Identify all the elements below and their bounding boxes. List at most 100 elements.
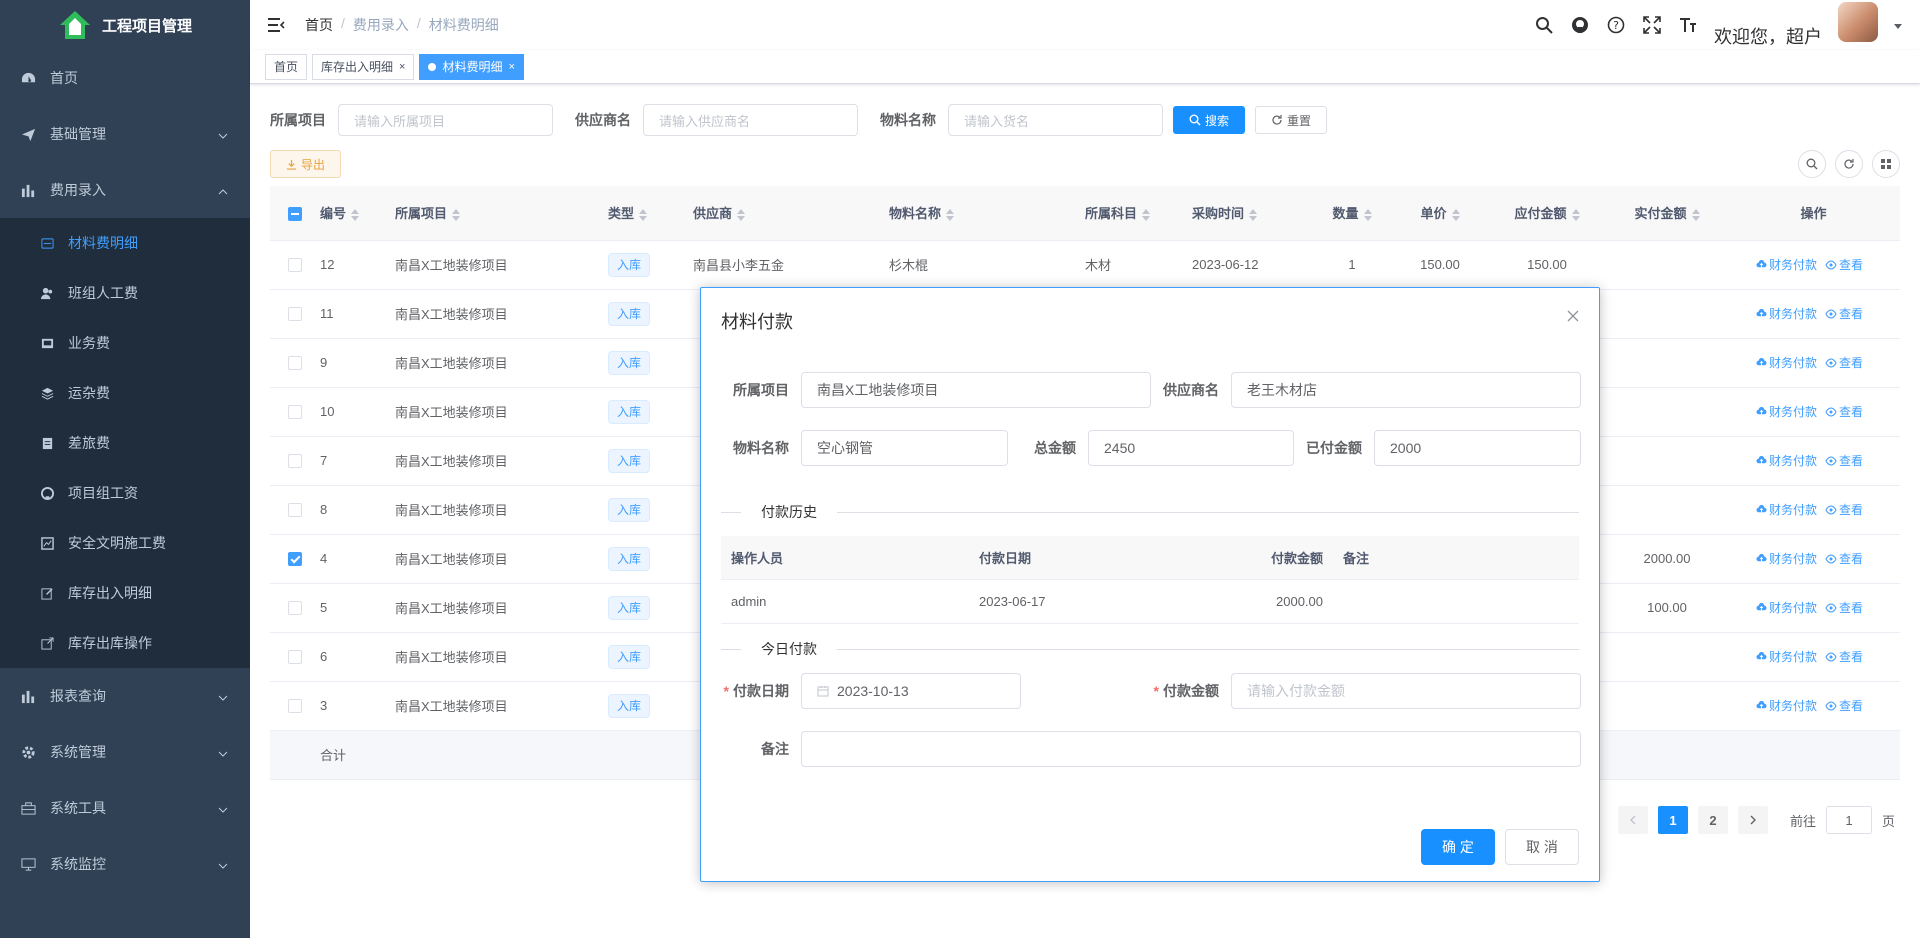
supplier-field[interactable]: 老王木材店 — [1231, 372, 1581, 408]
goto-page-input[interactable]: 1 — [1825, 806, 1872, 834]
caret-down-icon[interactable] — [1894, 17, 1902, 33]
page-number[interactable]: 2 — [1697, 806, 1728, 834]
sidebar-item-stock-detail[interactable]: 库存出入明细 — [0, 568, 250, 618]
font-size-icon[interactable] — [1678, 15, 1698, 35]
finance-pay-link[interactable]: 财务付款 — [1756, 501, 1817, 518]
reset-button[interactable]: 重置 — [1255, 106, 1328, 134]
finance-pay-link[interactable]: 财务付款 — [1756, 256, 1817, 273]
pay-date-picker[interactable]: 2023-10-13 — [801, 673, 1021, 709]
prev-page-button[interactable] — [1617, 806, 1648, 834]
note-input[interactable] — [801, 731, 1581, 767]
fullscreen-icon[interactable] — [1642, 15, 1662, 35]
finance-pay-link[interactable]: 财务付款 — [1756, 648, 1817, 665]
finance-pay-link[interactable]: 财务付款 — [1756, 452, 1817, 469]
finance-pay-link[interactable]: 财务付款 — [1756, 599, 1817, 616]
select-all-checkbox[interactable] — [288, 206, 302, 221]
sidebar-item-home[interactable]: 首页 — [0, 50, 250, 106]
finance-pay-link[interactable]: 财务付款 — [1756, 697, 1817, 714]
paid-amount-field[interactable]: 2000 — [1374, 430, 1581, 466]
column-header[interactable]: 类型 — [608, 206, 634, 221]
row-checkbox[interactable] — [288, 454, 302, 469]
column-header[interactable]: 实付金额 — [1634, 206, 1686, 221]
finance-pay-link[interactable]: 财务付款 — [1756, 550, 1817, 567]
confirm-button[interactable]: 确 定 — [1421, 829, 1495, 865]
sidebar-item-reports[interactable]: 报表查询 — [0, 668, 250, 724]
view-link[interactable]: 查看 — [1825, 305, 1863, 322]
close-icon[interactable]: × — [399, 61, 405, 73]
sidebar-item-basic-management[interactable]: 基础管理 — [0, 106, 250, 162]
row-checkbox[interactable] — [288, 650, 302, 665]
pay-amount-input[interactable]: 请输入付款金额 — [1231, 673, 1581, 709]
row-checkbox[interactable] — [288, 405, 302, 420]
sort-icon[interactable] — [452, 208, 461, 221]
sort-icon[interactable] — [1691, 208, 1700, 221]
view-link[interactable]: 查看 — [1825, 452, 1863, 469]
sort-icon[interactable] — [737, 208, 746, 221]
github-icon[interactable] — [1570, 15, 1590, 35]
sidebar-item-safety-fee[interactable]: 安全文明施工费 — [0, 518, 250, 568]
view-link[interactable]: 查看 — [1825, 403, 1863, 420]
sort-icon[interactable] — [639, 208, 648, 221]
sidebar-item-stock-out[interactable]: 库存出库操作 — [0, 618, 250, 668]
refresh-button[interactable] — [1835, 150, 1863, 178]
view-link[interactable]: 查看 — [1825, 648, 1863, 665]
view-link[interactable]: 查看 — [1825, 599, 1863, 616]
row-checkbox[interactable] — [288, 503, 302, 518]
view-link[interactable]: 查看 — [1825, 256, 1863, 273]
avatar[interactable] — [1838, 2, 1878, 42]
row-checkbox[interactable] — [288, 307, 302, 322]
column-header[interactable]: 采购时间 — [1192, 206, 1244, 221]
row-checkbox[interactable] — [288, 699, 302, 714]
sidebar-item-project-salary[interactable]: 项目组工资 — [0, 468, 250, 518]
sidebar-item-expense-entry[interactable]: 费用录入 — [0, 162, 250, 218]
columns-button[interactable] — [1872, 150, 1900, 178]
sidebar-item-system-management[interactable]: 系统管理 — [0, 724, 250, 780]
finance-pay-link[interactable]: 财务付款 — [1756, 305, 1817, 322]
column-header[interactable]: 物料名称 — [889, 206, 941, 221]
sort-icon[interactable] — [946, 208, 955, 221]
hamburger-menu-icon[interactable] — [267, 15, 287, 35]
project-field[interactable]: 南昌X工地装修项目 — [801, 372, 1151, 408]
sidebar-item-material-fee[interactable]: 材料费明细 — [0, 218, 250, 268]
sort-icon[interactable] — [1451, 208, 1460, 221]
search-button[interactable]: 搜索 — [1173, 106, 1246, 134]
total-amount-field[interactable]: 2450 — [1088, 430, 1294, 466]
column-header[interactable]: 单价 — [1420, 206, 1446, 221]
column-header[interactable]: 应付金额 — [1514, 206, 1566, 221]
sort-icon[interactable] — [1571, 208, 1580, 221]
sort-icon[interactable] — [1363, 208, 1372, 221]
view-link[interactable]: 查看 — [1825, 697, 1863, 714]
row-checkbox[interactable] — [288, 356, 302, 371]
sidebar-item-business-fee[interactable]: 业务费 — [0, 318, 250, 368]
sort-icon[interactable] — [1142, 208, 1151, 221]
view-link[interactable]: 查看 — [1825, 501, 1863, 518]
material-field[interactable]: 空心钢管 — [801, 430, 1008, 466]
column-header[interactable]: 所属科目 — [1085, 206, 1137, 221]
sidebar-item-system-monitor[interactable]: 系统监控 — [0, 836, 250, 892]
column-header[interactable]: 所属项目 — [395, 206, 447, 221]
view-link[interactable]: 查看 — [1825, 354, 1863, 371]
finance-pay-link[interactable]: 财务付款 — [1756, 403, 1817, 420]
tag-home[interactable]: 首页 — [265, 53, 308, 80]
help-icon[interactable]: ? — [1606, 15, 1626, 35]
row-checkbox[interactable] — [288, 552, 302, 567]
project-search-input[interactable]: 请输入所属项目 — [338, 104, 553, 136]
sidebar-item-system-tools[interactable]: 系统工具 — [0, 780, 250, 836]
sidebar-item-freight-fee[interactable]: 运杂费 — [0, 368, 250, 418]
tag-stock-detail[interactable]: 库存出入明细 × — [312, 53, 415, 80]
close-icon[interactable]: × — [508, 61, 514, 73]
row-checkbox[interactable] — [288, 601, 302, 616]
sort-icon[interactable] — [1249, 208, 1258, 221]
finance-pay-link[interactable]: 财务付款 — [1756, 354, 1817, 371]
column-header[interactable]: 编号 — [320, 206, 346, 221]
sidebar-item-team-labor[interactable]: 班组人工费 — [0, 268, 250, 318]
table-row[interactable]: 12 南昌X工地装修项目 入库 南昌县小李五金 杉木棍 木材 2023-06-12 1 150.… — [270, 240, 1900, 290]
material-search-input[interactable]: 请输入货名 — [948, 104, 1163, 136]
export-button[interactable]: 导出 — [270, 150, 342, 178]
breadcrumb-home[interactable]: 首页 — [305, 15, 333, 35]
close-icon[interactable] — [1567, 306, 1579, 327]
logo[interactable]: 工程项目管理 — [0, 0, 250, 50]
page-number[interactable]: 1 — [1657, 806, 1688, 834]
tag-material-fee[interactable]: 材料费明细 × — [419, 53, 524, 80]
sort-icon[interactable] — [351, 208, 360, 221]
